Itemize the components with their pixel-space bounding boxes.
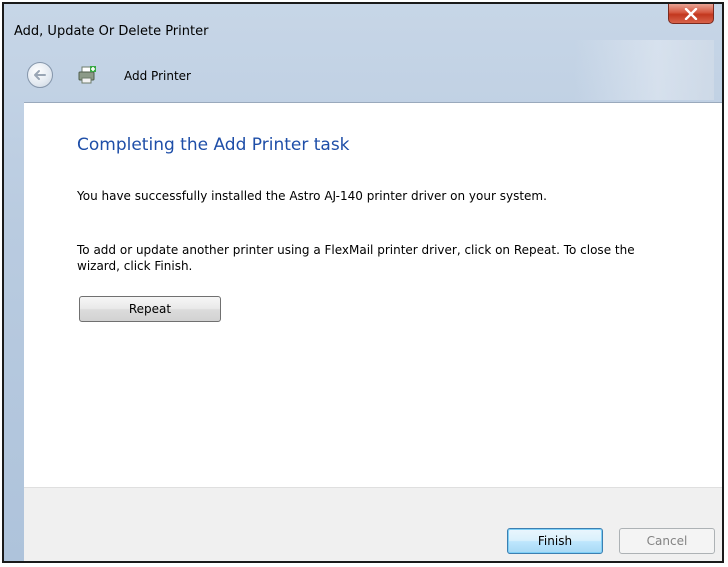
back-button[interactable] (27, 62, 53, 88)
content-panel: Completing the Add Printer task You have… (24, 102, 722, 487)
back-arrow-icon (34, 70, 46, 80)
printer-icon (77, 65, 97, 85)
repeat-button[interactable]: Repeat (79, 296, 221, 322)
close-button[interactable] (668, 4, 714, 24)
close-icon (684, 7, 698, 20)
button-bar: Finish Cancel (24, 487, 722, 561)
success-message: You have successfully installed the Astr… (77, 189, 547, 203)
finish-button[interactable]: Finish (507, 528, 603, 554)
window-title: Add, Update Or Delete Printer (14, 24, 209, 39)
page-heading: Completing the Add Printer task (77, 135, 350, 155)
instruction-message: To add or update another printer using a… (77, 243, 635, 273)
navigation-bar: Add Printer (12, 62, 712, 92)
wizard-window: Add, Update Or Delete Printer Add Printe… (2, 2, 724, 563)
cancel-button[interactable]: Cancel (619, 528, 715, 554)
nav-title: Add Printer (124, 69, 191, 83)
